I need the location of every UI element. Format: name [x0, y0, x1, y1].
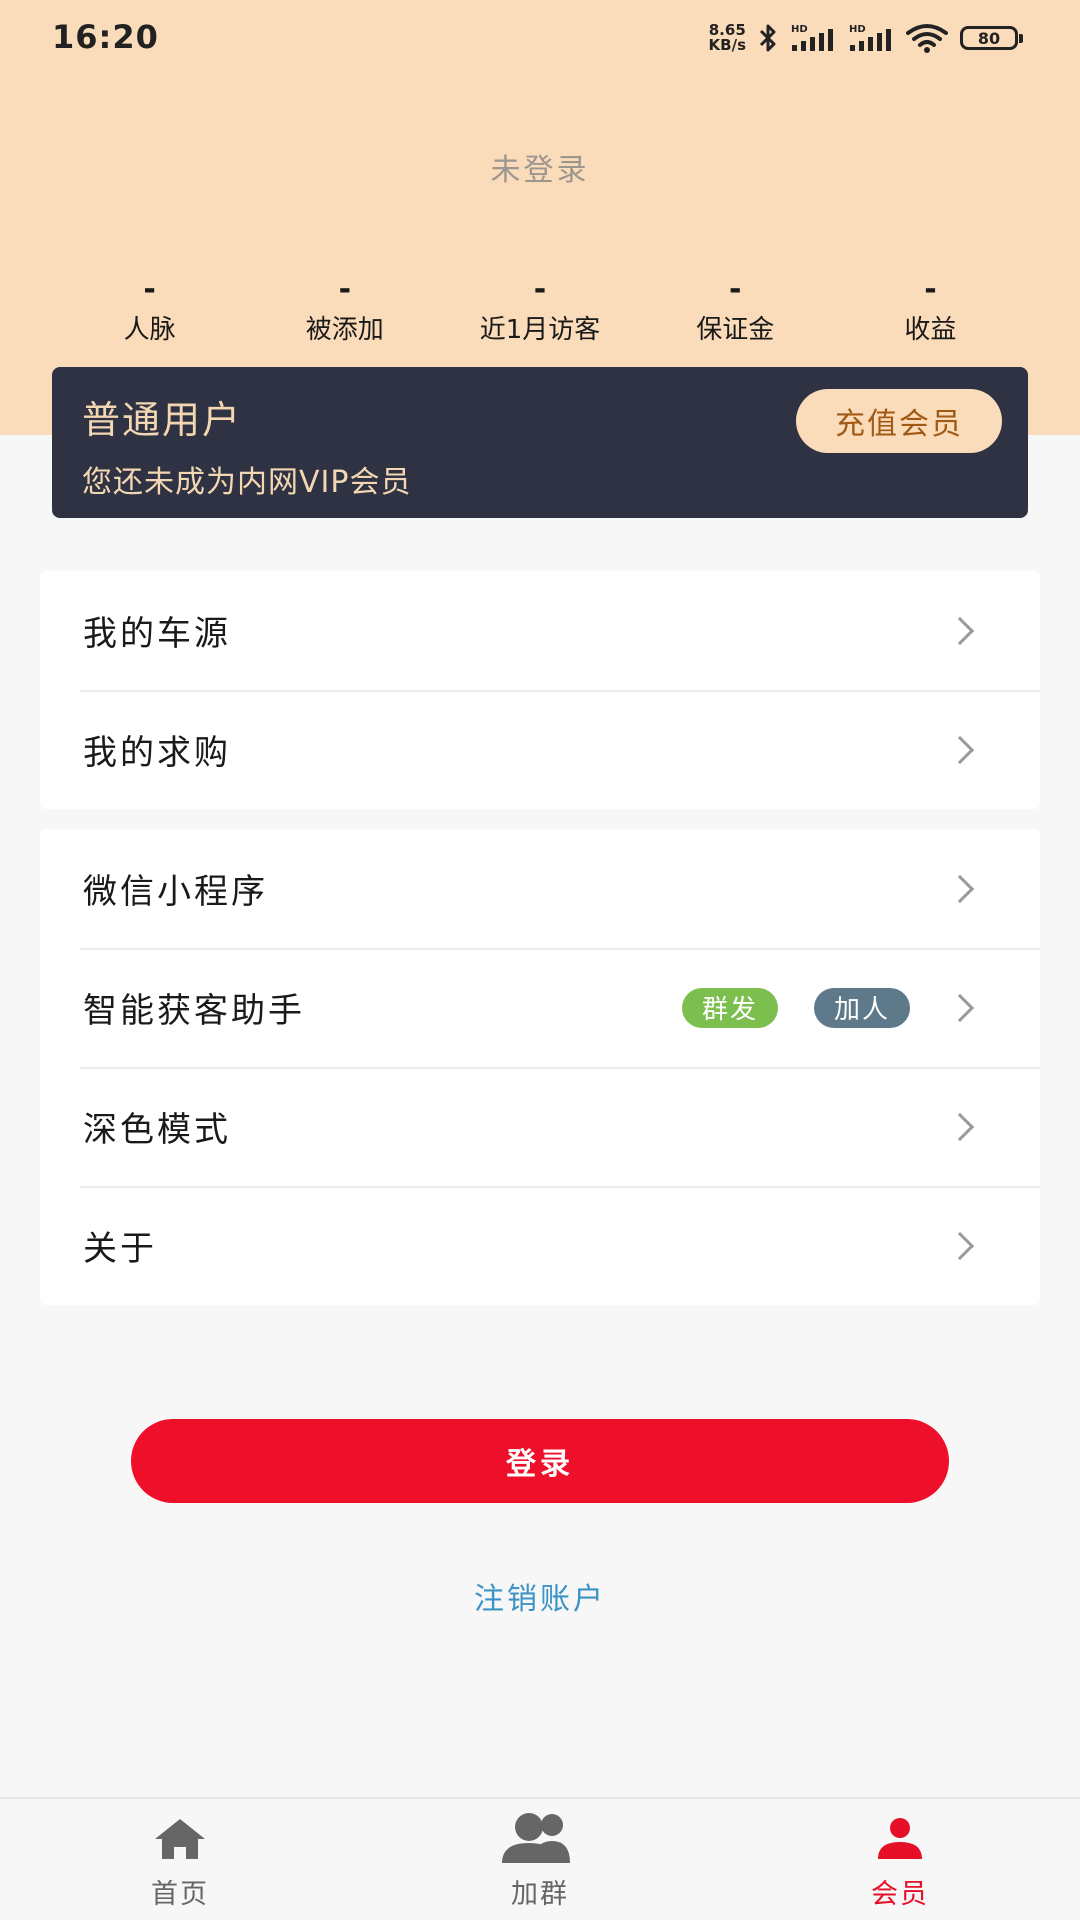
menu-item-label: 我的求购 — [83, 733, 231, 773]
svg-text:HD: HD — [791, 24, 808, 35]
menu-item-label: 关于 — [83, 1229, 157, 1269]
wifi-icon — [906, 24, 948, 53]
stat-value: - — [143, 272, 156, 307]
menu-item-wechat-mini-program[interactable]: 微信小程序 — [40, 829, 1040, 948]
stat-label: 保证金 — [696, 315, 775, 345]
stat-visitors[interactable]: - 近1月访客 — [442, 272, 637, 346]
svg-text:HD: HD — [849, 24, 866, 35]
tag-add-people: 加人 — [814, 987, 910, 1028]
stats-row: - 人脉 - 被添加 - 近1月访客 - 保证金 - 收益 — [52, 272, 1028, 346]
recharge-vip-button[interactable]: 充值会员 — [796, 389, 1002, 453]
vip-card-subtitle: 您还未成为内网VIP会员 — [82, 465, 412, 500]
login-button[interactable]: 登录 — [131, 1419, 949, 1503]
home-icon — [155, 1819, 205, 1859]
chevron-right-icon — [945, 735, 975, 764]
chevron-right-icon — [945, 616, 975, 645]
status-icons: 8.65 KB/s HD HD 80 — [709, 18, 1023, 58]
stat-value: - — [338, 272, 352, 307]
group-icon — [502, 1813, 570, 1863]
bottom-nav: 首页 加群 会员 — [0, 1797, 1080, 1920]
nav-tab-join-group[interactable]: 加群 — [440, 1799, 640, 1920]
stat-earnings[interactable]: - 收益 — [833, 272, 1028, 346]
stat-label: 人脉 — [123, 315, 176, 345]
cancel-account-link[interactable]: 注销账户 — [0, 1574, 1080, 1618]
signal-hd-icon: HD — [849, 24, 891, 51]
menu-item-dark-mode[interactable]: 深色模式 — [40, 1067, 1040, 1186]
stat-deposit[interactable]: - 保证金 — [638, 272, 833, 346]
menu-item-smart-assistant[interactable]: 智能获客助手 群发 加人 — [40, 948, 1040, 1067]
nav-tab-home[interactable]: 首页 — [80, 1799, 280, 1920]
status-bar: 16:20 8.65 KB/s HD HD 80 — [0, 0, 1080, 76]
menu-item-my-vehicles[interactable]: 我的车源 — [40, 571, 1040, 690]
tag-group-send: 群发 — [682, 987, 778, 1028]
stat-added-by[interactable]: - 被添加 — [247, 272, 442, 346]
network-speed: 8.65 KB/s — [709, 23, 746, 53]
menu-item-label: 微信小程序 — [83, 872, 268, 912]
signal-hd-icon: HD — [791, 24, 833, 51]
menu-item-about[interactable]: 关于 — [40, 1186, 1040, 1305]
member-icon — [878, 1818, 922, 1859]
stat-label: 收益 — [904, 315, 957, 345]
stat-label: 近1月访客 — [479, 315, 601, 345]
chevron-right-icon — [945, 993, 975, 1022]
chevron-right-icon — [945, 1112, 975, 1141]
stat-value: - — [728, 272, 742, 307]
battery-icon: 80 — [960, 26, 1023, 50]
stat-label: 被添加 — [305, 315, 384, 345]
nav-tab-label: 首页 — [151, 1879, 209, 1910]
menu-item-my-requests[interactable]: 我的求购 — [40, 690, 1040, 809]
network-speed-unit: KB/s — [708, 36, 746, 54]
nav-tab-label: 加群 — [511, 1879, 569, 1910]
bluetooth-icon — [759, 24, 776, 52]
menu-group-tools: 微信小程序 智能获客助手 群发 加人 深色模式 关于 — [40, 829, 1040, 1305]
menu-item-label: 深色模式 — [83, 1110, 231, 1150]
nav-tab-label: 会员 — [871, 1879, 929, 1910]
vip-card-title: 普通用户 — [82, 398, 243, 442]
menu-group-vehicles: 我的车源 我的求购 — [40, 571, 1040, 809]
menu-item-label: 我的车源 — [83, 614, 231, 654]
stat-connections[interactable]: - 人脉 — [52, 272, 247, 346]
chevron-right-icon — [945, 874, 975, 903]
status-time: 16:20 — [52, 18, 159, 56]
vip-card: 普通用户 您还未成为内网VIP会员 充值会员 — [52, 367, 1028, 518]
chevron-right-icon — [945, 1231, 975, 1260]
stat-value: - — [533, 272, 547, 307]
nav-tab-member[interactable]: 会员 — [800, 1799, 1000, 1920]
menu-item-label: 智能获客助手 — [83, 991, 305, 1031]
stat-value: - — [924, 272, 937, 307]
login-status[interactable]: 未登录 — [0, 145, 1080, 189]
